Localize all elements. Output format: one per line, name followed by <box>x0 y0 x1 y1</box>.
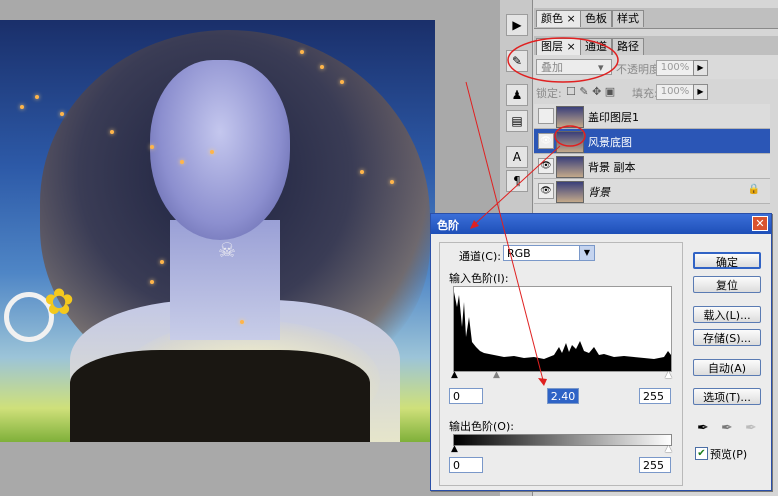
layer-thumbnail <box>556 156 584 178</box>
input-white-field[interactable]: 255 <box>639 388 671 404</box>
layer-thumbnail <box>556 131 584 153</box>
layer-thumbnail <box>556 106 584 128</box>
opacity-arrow-button[interactable]: ▶ <box>693 60 708 76</box>
layer-row[interactable]: 👁 背景 🔒 <box>534 179 770 204</box>
histogram-graph <box>454 292 671 371</box>
levels-dialog: 色阶 ✕ 通道(C): RGB ▼ 输入色阶(I): ▲ ▲ ▲ 0 2.40 … <box>430 213 772 491</box>
output-black-handle[interactable]: ▲ <box>451 445 458 454</box>
play-icon[interactable]: ▶ <box>506 14 528 36</box>
channel-label: 通道(C): <box>459 250 501 263</box>
layer-name: 风景底图 <box>588 136 632 149</box>
history-icon[interactable]: ▤ <box>506 110 528 132</box>
close-icon[interactable]: ✕ <box>752 216 768 231</box>
gray-eyedropper-icon[interactable]: ✒ <box>721 420 733 436</box>
histogram <box>453 286 672 372</box>
eye-icon[interactable]: 👁 <box>538 183 554 199</box>
layer-row[interactable]: 盖印图层1 <box>534 104 770 129</box>
preview-checkbox[interactable]: ✔ <box>695 447 708 460</box>
character-icon[interactable]: A <box>506 146 528 168</box>
lock-options-icons[interactable]: ☐ ✎ ✥ ▣ <box>566 85 615 98</box>
layer-name: 背景 <box>588 186 610 199</box>
fill-field[interactable]: 100% <box>656 84 694 100</box>
layer-name: 盖印图层1 <box>588 111 639 124</box>
document-image[interactable]: ☠ ✿ <box>0 20 435 442</box>
color-panel-tabs: 颜色 × 色板 样式 <box>534 8 778 29</box>
load-button[interactable]: 载入(L)... <box>693 306 761 323</box>
layer-thumbnail <box>556 181 584 203</box>
tab-color[interactable]: 颜色 × <box>536 10 581 27</box>
options-button[interactable]: 选项(T)... <box>693 388 761 405</box>
tab-channels[interactable]: 通道 <box>580 38 612 55</box>
output-black-field[interactable]: 0 <box>449 457 483 473</box>
layer-name: 背景 副本 <box>588 161 636 174</box>
channel-select[interactable]: RGB ▼ <box>503 245 595 261</box>
ok-button[interactable]: 确定 <box>693 252 761 269</box>
tab-paths[interactable]: 路径 <box>612 38 644 55</box>
tab-swatches[interactable]: 色板 <box>580 10 612 27</box>
preview-label: 预览(P) <box>710 448 748 461</box>
opacity-field[interactable]: 100% <box>656 60 694 76</box>
layer-row-selected[interactable]: 👁 风景底图 <box>534 129 770 154</box>
dialog-title: 色阶 <box>437 219 459 232</box>
eye-icon[interactable]: 👁 <box>538 158 554 174</box>
input-gamma-field[interactable]: 2.40 <box>547 388 579 404</box>
layer-row[interactable]: 👁 背景 副本 <box>534 154 770 179</box>
chevron-down-icon: ▼ <box>579 246 594 260</box>
white-point-handle[interactable]: ▲ <box>665 371 672 380</box>
black-point-handle[interactable]: ▲ <box>451 371 458 380</box>
save-button[interactable]: 存储(S)... <box>693 329 761 346</box>
reset-button[interactable]: 复位 <box>693 276 761 293</box>
brush-icon[interactable]: ✎ <box>506 50 528 72</box>
output-levels-label: 输出色阶(O): <box>449 420 514 433</box>
dialog-titlebar[interactable]: 色阶 ✕ <box>431 214 771 234</box>
fill-arrow-button[interactable]: ▶ <box>693 84 708 100</box>
output-white-field[interactable]: 255 <box>639 457 671 473</box>
layers-panel-tabs: 图层 × 通道 路径 <box>534 36 778 57</box>
black-eyedropper-icon[interactable]: ✒ <box>697 420 709 436</box>
visibility-toggle[interactable] <box>538 108 554 124</box>
stamp-icon[interactable]: ♟ <box>506 84 528 106</box>
eye-icon[interactable]: 👁 <box>538 133 554 149</box>
output-gradient <box>453 434 672 446</box>
lock-icon: 🔒 <box>747 184 760 195</box>
fill-label: 填充: <box>632 87 658 100</box>
tab-styles[interactable]: 样式 <box>612 10 644 27</box>
pendant-graphic: ☠ <box>218 238 236 262</box>
auto-button[interactable]: 自动(A) <box>693 359 761 376</box>
chevron-down-icon: ▾ <box>598 61 604 74</box>
lock-label: 锁定: <box>536 87 562 100</box>
white-eyedropper-icon[interactable]: ✒ <box>745 420 757 436</box>
tab-layers[interactable]: 图层 × <box>536 38 581 55</box>
paragraph-icon[interactable]: ¶ <box>506 170 528 192</box>
input-black-field[interactable]: 0 <box>449 388 483 404</box>
input-levels-label: 输入色阶(I): <box>449 272 509 285</box>
flower-graphic: ✿ <box>44 282 75 323</box>
output-white-handle[interactable]: ▲ <box>665 445 672 454</box>
gamma-handle[interactable]: ▲ <box>493 371 500 380</box>
